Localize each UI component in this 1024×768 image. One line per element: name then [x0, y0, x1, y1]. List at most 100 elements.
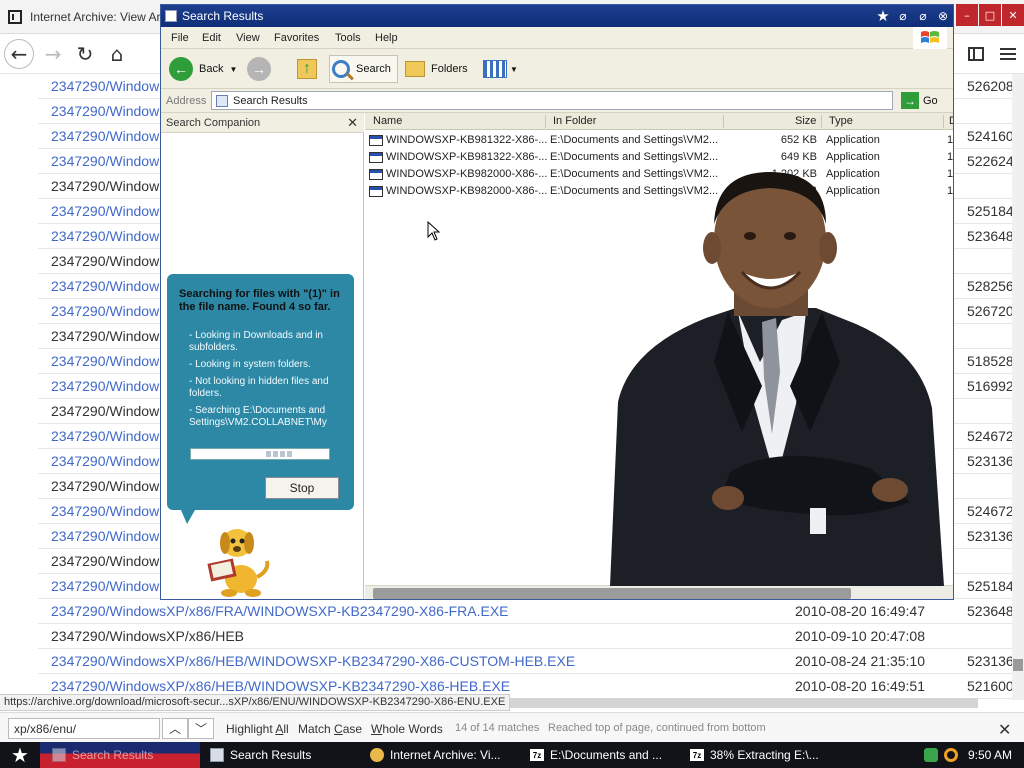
column-header-date[interactable]: D	[949, 115, 953, 127]
find-next-button[interactable]: ﹀	[188, 718, 214, 739]
minimize-icon[interactable]: ⌀	[895, 8, 911, 24]
file-link[interactable]: 2347290/WindowsXP/x86/HEB/WINDOWSXP-KB23…	[51, 678, 510, 694]
folder-icon	[405, 61, 425, 77]
list-item[interactable]: WINDOWSXP-KB981322-X86-... E:\Documents a…	[365, 149, 953, 166]
table-row: 2347290/WindowsXP/x86/FRA/WINDOWSXP-KB23…	[38, 599, 1014, 624]
file-link[interactable]: 2347290/Window	[51, 228, 159, 244]
address-value: Search Results	[233, 94, 308, 107]
file-link[interactable]: 2347290/WindowsXP/x86/FRA/WINDOWSXP-KB23…	[51, 603, 509, 619]
file-link[interactable]: 2347290/Window	[51, 503, 159, 519]
close-icon[interactable]: ✕	[347, 115, 358, 131]
file-size: 649 KB	[780, 151, 817, 163]
file-link[interactable]: 2347290/Window	[51, 128, 159, 144]
back-label: Back	[199, 63, 224, 75]
scrollbar-thumb[interactable]	[1013, 659, 1023, 671]
menu-edit[interactable]: Edit	[202, 32, 221, 44]
horizontal-scrollbar[interactable]	[365, 585, 953, 599]
file-link[interactable]: 2347290/Window	[51, 103, 159, 119]
scrollbar-thumb[interactable]	[373, 588, 851, 599]
file-link[interactable]: 2347290/Window	[51, 203, 159, 219]
find-previous-button[interactable]: ︿	[162, 718, 188, 739]
up-folder-button[interactable]: ↑	[297, 55, 317, 83]
7zip-icon: 7z	[690, 749, 704, 761]
search-status-list: - Looking in Downloads and in subfolders…	[179, 330, 342, 429]
whole-words-toggle[interactable]: Whole Words	[371, 722, 443, 736]
list-item[interactable]: WINDOWSXP-KB981322-X86-... E:\Documents a…	[365, 132, 953, 149]
find-bar: ︿ ﹀ Highlight All Match Case Whole Words…	[0, 712, 1024, 742]
column-header-size[interactable]: Size	[795, 115, 816, 127]
menu-bar: File Edit View Favorites Tools Help	[161, 27, 953, 49]
folders-button[interactable]: Folders	[405, 55, 468, 83]
file-link[interactable]: 2347290/Window	[51, 353, 159, 369]
go-label: Go	[923, 94, 938, 107]
column-header-name[interactable]: Name	[373, 115, 402, 127]
file-extra: 1	[947, 185, 954, 197]
folder-name: 2347290/Window	[51, 403, 160, 419]
views-button[interactable]: ▼	[483, 55, 518, 83]
forward-button[interactable]: →	[38, 39, 68, 69]
menu-tools[interactable]: Tools	[335, 32, 361, 44]
match-case-toggle[interactable]: Match Case	[298, 722, 362, 736]
hamburger-menu-icon[interactable]	[1000, 48, 1016, 60]
column-header-folder[interactable]: In Folder	[553, 115, 596, 127]
find-input[interactable]	[8, 718, 160, 739]
taskbar-item-documents[interactable]: 7z E:\Documents and ...	[530, 744, 662, 766]
reload-button[interactable]: ↻	[70, 39, 100, 69]
file-link[interactable]: 2347290/WindowsXP/x86/HEB/WINDOWSXP-KB23…	[51, 653, 575, 669]
file-date: 2010-08-20 16:49:47	[795, 603, 925, 619]
menu-view[interactable]: View	[236, 32, 260, 44]
explorer-forward-button[interactable]: →	[247, 55, 277, 83]
maximize-icon[interactable]: □	[979, 4, 1001, 26]
horizontal-scrollbar[interactable]	[500, 698, 978, 708]
file-link[interactable]: 2347290/Window	[51, 78, 159, 94]
close-icon[interactable]: ⊗	[935, 8, 951, 24]
file-link[interactable]: 2347290/Window	[51, 278, 159, 294]
search-button[interactable]: Search	[329, 55, 398, 83]
browser-tab[interactable]: Internet Archive: View Arc	[0, 2, 170, 32]
file-name: WINDOWSXP-KB982000-X86-...	[386, 168, 548, 180]
taskbar-item-search-results[interactable]: Search Results	[210, 744, 311, 766]
sidebar-icon[interactable]	[968, 47, 984, 61]
file-date: 2010-08-24 21:35:10	[795, 653, 925, 669]
dropdown-arrow-icon[interactable]: ▼	[229, 65, 237, 74]
network-icon[interactable]	[924, 748, 938, 762]
file-link[interactable]: 2347290/Window	[51, 528, 159, 544]
close-icon[interactable]: ✕	[1002, 4, 1024, 26]
address-field[interactable]: Search Results	[211, 91, 893, 110]
menu-favorites[interactable]: Favorites	[274, 32, 319, 44]
home-button[interactable]: ⌂	[102, 39, 132, 69]
match-count: 14 of 14 matches	[455, 722, 540, 734]
stop-button[interactable]: Stop	[265, 477, 339, 499]
minimize-icon[interactable]: –	[956, 4, 978, 26]
close-icon[interactable]: ✕	[998, 720, 1011, 740]
taskbar-item-internet-archive[interactable]: Internet Archive: Vi...	[370, 744, 501, 766]
file-link[interactable]: 2347290/Window	[51, 153, 159, 169]
file-link[interactable]: 2347290/Window	[51, 428, 159, 444]
file-size: 523648	[967, 228, 1014, 244]
column-header-type[interactable]: Type	[829, 115, 853, 127]
back-arrow-icon: ←	[169, 57, 193, 81]
file-size: 523648	[967, 603, 1014, 619]
file-name: WINDOWSXP-KB981322-X86-...	[386, 151, 548, 163]
file-link[interactable]: 2347290/Window	[51, 303, 159, 319]
vertical-scrollbar[interactable]	[1012, 74, 1024, 700]
file-date: 2010-08-20 16:49:51	[795, 678, 925, 694]
file-link[interactable]: 2347290/Window	[51, 378, 159, 394]
search-tray-icon[interactable]	[944, 748, 958, 762]
taskbar-item-extracting[interactable]: 7z 38% Extracting E:\...	[690, 744, 819, 766]
menu-file[interactable]: File	[171, 32, 189, 44]
highlight-all-toggle[interactable]: Highlight All	[226, 722, 289, 736]
star-icon[interactable]: ★	[875, 8, 891, 25]
maximize-icon[interactable]: ⌀	[915, 8, 931, 24]
address-bar: Address Search Results → Go	[161, 89, 953, 113]
file-link[interactable]: 2347290/Window	[51, 453, 159, 469]
explorer-back-button[interactable]: ← Back ▼	[169, 55, 237, 83]
file-size: 523136	[967, 528, 1014, 544]
file-link[interactable]: 2347290/Window	[51, 578, 159, 594]
menu-help[interactable]: Help	[375, 32, 398, 44]
start-button[interactable]: ★	[4, 742, 36, 768]
file-size: 526720	[967, 303, 1014, 319]
go-button[interactable]: → Go	[901, 92, 938, 109]
back-button[interactable]: ←	[4, 39, 34, 69]
application-icon	[369, 135, 383, 146]
